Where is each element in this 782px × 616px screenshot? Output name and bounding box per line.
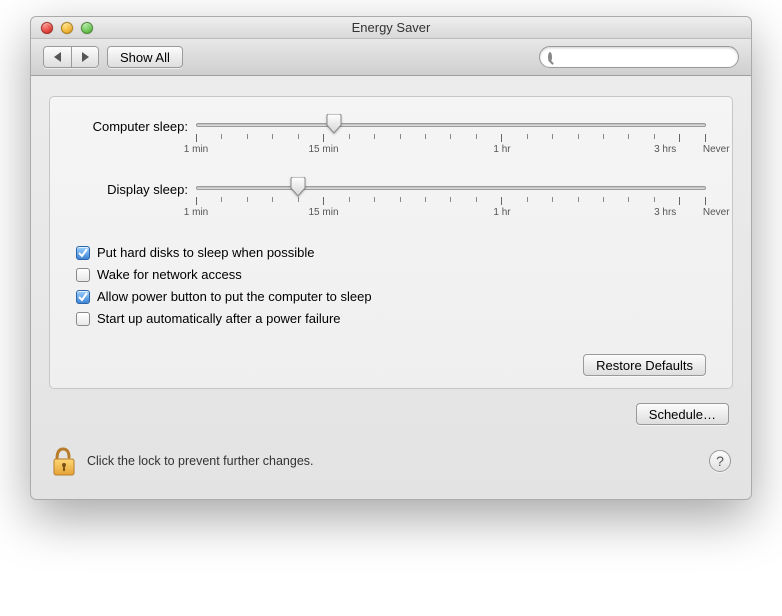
window-title: Energy Saver — [31, 20, 751, 35]
show-all-button[interactable]: Show All — [107, 46, 183, 68]
wake-network-checkbox[interactable] — [76, 268, 90, 282]
lock-row: Click the lock to prevent further change… — [49, 445, 733, 485]
computer-sleep-tick-labels: 1 min 15 min 1 hr 3 hrs Never — [196, 144, 706, 158]
computer-sleep-row: Computer sleep: — [76, 119, 706, 158]
forward-button[interactable] — [71, 46, 99, 68]
display-sleep-label: Display sleep: — [76, 182, 196, 197]
help-button[interactable]: ? — [709, 450, 731, 472]
close-window-button[interactable] — [41, 22, 53, 34]
preferences-window: Energy Saver Show All Computer sleep: — [30, 16, 752, 500]
auto-startup-label: Start up automatically after a power fai… — [97, 311, 341, 326]
back-button[interactable] — [43, 46, 71, 68]
titlebar: Energy Saver — [31, 17, 751, 39]
lock-icon[interactable] — [51, 445, 77, 477]
display-sleep-thumb[interactable] — [289, 177, 307, 197]
window-controls — [31, 22, 93, 34]
toolbar: Show All — [31, 39, 751, 76]
minimize-window-button[interactable] — [61, 22, 73, 34]
forward-icon — [82, 52, 89, 62]
search-input[interactable] — [556, 50, 732, 65]
auto-startup-checkbox[interactable] — [76, 312, 90, 326]
disk-sleep-label: Put hard disks to sleep when possible — [97, 245, 315, 260]
power-button-checkbox-row: Allow power button to put the computer t… — [76, 289, 706, 304]
display-sleep-ticks — [196, 197, 706, 205]
zoom-window-button[interactable] — [81, 22, 93, 34]
settings-panel: Computer sleep: — [49, 96, 733, 389]
restore-defaults-button[interactable]: Restore Defaults — [583, 354, 706, 376]
disk-sleep-checkbox[interactable] — [76, 246, 90, 260]
lock-text: Click the lock to prevent further change… — [87, 454, 699, 468]
nav-segment — [43, 46, 99, 68]
back-icon — [54, 52, 61, 62]
wake-network-checkbox-row: Wake for network access — [76, 267, 706, 282]
computer-sleep-slider[interactable] — [196, 119, 706, 129]
power-button-checkbox[interactable] — [76, 290, 90, 304]
disk-sleep-checkbox-row: Put hard disks to sleep when possible — [76, 245, 706, 260]
power-button-label: Allow power button to put the computer t… — [97, 289, 372, 304]
auto-startup-checkbox-row: Start up automatically after a power fai… — [76, 311, 706, 326]
display-sleep-row: Display sleep: — [76, 182, 706, 221]
computer-sleep-label: Computer sleep: — [76, 119, 196, 134]
search-field[interactable] — [539, 46, 739, 68]
search-icon — [548, 52, 552, 62]
computer-sleep-thumb[interactable] — [325, 114, 343, 134]
checkbox-list: Put hard disks to sleep when possible Wa… — [76, 245, 706, 326]
computer-sleep-ticks — [196, 134, 706, 142]
wake-network-label: Wake for network access — [97, 267, 242, 282]
schedule-button[interactable]: Schedule… — [636, 403, 729, 425]
display-sleep-slider[interactable] — [196, 182, 706, 192]
content-area: Computer sleep: — [31, 76, 751, 499]
display-sleep-tick-labels: 1 min 15 min 1 hr 3 hrs Never — [196, 207, 706, 221]
